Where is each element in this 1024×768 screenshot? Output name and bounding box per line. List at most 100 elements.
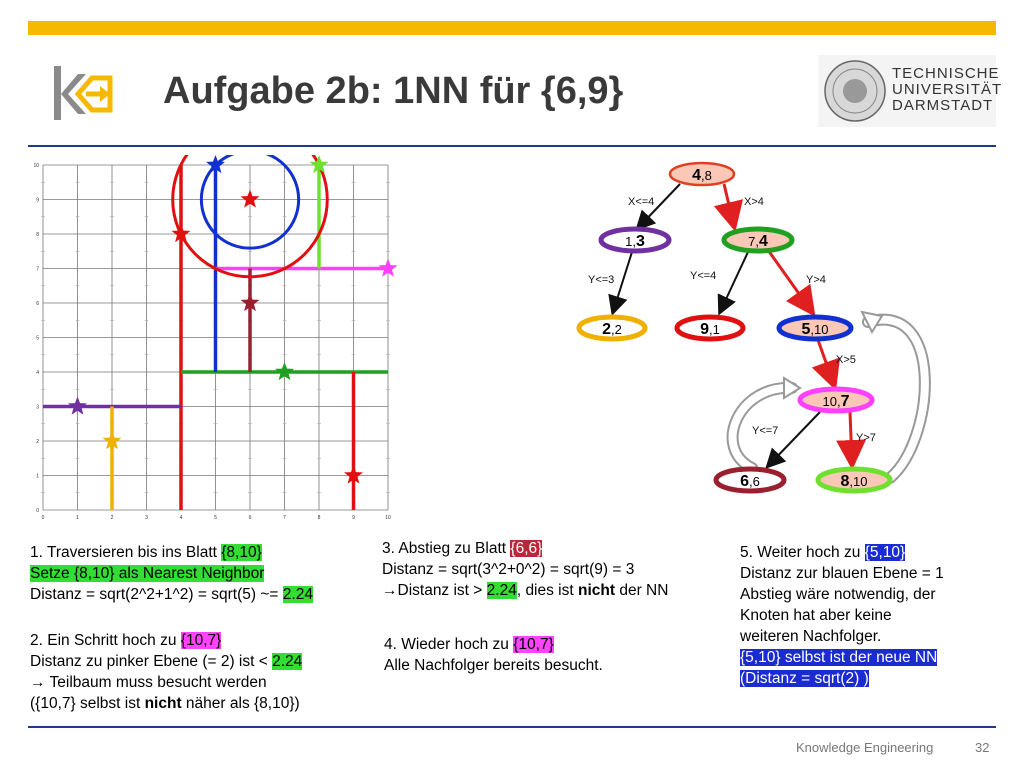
node-val: 3	[636, 233, 645, 250]
tree-node: 6,6	[713, 466, 787, 494]
step-text: Distanz zu pinker Ebene (= 2) ist <	[30, 653, 273, 670]
edge-label: Y<=7	[752, 425, 778, 437]
university-name: TECHNISCHE UNIVERSITÄT DARMSTADT	[892, 66, 1002, 114]
y-tick-label: 10	[33, 163, 39, 169]
y-tick-label: 0	[36, 508, 39, 514]
edge-label: Y<=3	[588, 274, 614, 286]
highlight: 2.24	[272, 653, 303, 670]
node-val: ,2	[611, 322, 622, 337]
highlight: {10,7}	[513, 636, 554, 653]
node-val: 7	[841, 393, 850, 410]
node-key: 6	[740, 473, 749, 490]
step-text: näher als {8,10})	[181, 695, 300, 712]
node-key: 5	[802, 321, 811, 338]
tree-node: 9,1	[674, 314, 746, 342]
tree-node: 5,10	[776, 314, 854, 342]
step-text: Abstieg wäre notwendig, der	[740, 586, 936, 603]
x-tick-label: 7	[283, 515, 286, 521]
kd-partition	[43, 155, 398, 510]
x-tick-label: 3	[145, 515, 148, 521]
step-text: Distanz = sqrt(2^2+1^2) = sqrt(5) ~=	[30, 586, 283, 603]
step-text: 5. Weiter hoch zu	[740, 544, 865, 561]
node-key: 10,	[823, 394, 841, 409]
grid-tick-labels: 0 1 2 3 4 5 6 7 8 9 10 0 1 2 3 4 5 6 7 8 9 10	[33, 163, 391, 521]
university-line: UNIVERSITÄT	[892, 81, 1003, 98]
kd-tree: X<=4 X>4 Y<=3 Y<=4 Y>4 X>5 Y<=7 Y>7 4,8 …	[576, 161, 931, 494]
step-3-text: 3. Abstieg zu Blatt {6,6} Distanz = sqrt…	[382, 538, 668, 601]
highlight: (Distanz = sqrt(2) )	[740, 670, 869, 687]
step-text: , dies ist	[516, 582, 578, 599]
highlight: {6,6}	[510, 540, 543, 557]
svg-text:2,2: 2,2	[602, 321, 622, 338]
y-tick-label: 4	[36, 370, 39, 376]
highlight: {8,10}	[221, 544, 262, 561]
university-line: DARMSTADT	[892, 97, 994, 114]
highlight: 2.24	[486, 582, 517, 599]
node-val: 4	[759, 233, 768, 250]
page-title: Aufgabe 2b: 1NN für {6,9}	[163, 70, 624, 112]
ke-logo	[54, 66, 113, 120]
step-2-text: 2. Ein Schritt hoch zu {10,7} Distanz zu…	[30, 630, 303, 714]
step-5-text: 5. Weiter hoch zu {5,10} Distanz zur bla…	[740, 542, 944, 689]
svg-text:4,8: 4,8	[692, 167, 712, 184]
accent-bar	[28, 21, 996, 35]
edge-label: Y>7	[856, 432, 876, 444]
highlight: 2.24	[282, 586, 313, 603]
university-line: TECHNISCHE	[892, 65, 1000, 82]
emphasis: nicht	[578, 582, 616, 599]
edge-label: X>5	[836, 354, 856, 366]
x-tick-label: 1	[76, 515, 79, 521]
highlight: {5,10}	[864, 544, 906, 561]
svg-text:7,4: 7,4	[748, 233, 768, 250]
tree-edge	[608, 251, 633, 316]
step-text: der NN	[615, 582, 669, 599]
tree-edge	[713, 183, 744, 232]
node-key: 4	[692, 167, 701, 184]
footer-rule	[28, 726, 996, 728]
node-key: 7,	[748, 234, 759, 249]
highlight: {10,7}	[180, 632, 222, 649]
y-tick-label: 1	[36, 474, 39, 480]
x-tick-label: 5	[214, 515, 217, 521]
tree-edge	[811, 339, 841, 391]
header-rule	[28, 145, 996, 147]
step-text: 1. Traversieren bis ins Blatt	[30, 544, 222, 561]
step-text: 3. Abstieg zu Blatt	[382, 540, 511, 557]
tree-node: 10,7	[797, 386, 875, 414]
coordinate-grid: 0 1 2 3 4 5 6 7 8 9 10 0 1 2 3 4 5 6 7 8 9 10	[33, 155, 398, 521]
edge-label: Y>4	[806, 274, 826, 286]
node-val: ,10	[810, 322, 828, 337]
footer-course: Knowledge Engineering	[796, 740, 934, 755]
emphasis: nicht	[144, 695, 182, 712]
step-text: 2. Ein Schritt hoch zu	[30, 632, 181, 649]
y-tick-label: 3	[36, 405, 39, 411]
node-val: ,1	[709, 322, 720, 337]
tree-node: 7,4	[721, 226, 795, 254]
svg-text:5,10: 5,10	[802, 321, 829, 338]
y-tick-label: 7	[36, 267, 39, 273]
y-tick-label: 8	[36, 232, 39, 238]
x-tick-label: 6	[249, 515, 252, 521]
svg-text:6,6: 6,6	[740, 473, 760, 490]
highlight: {5,10} selbst ist der neue NN	[740, 649, 938, 666]
node-val: ,10	[849, 474, 867, 489]
svg-text:9,1: 9,1	[700, 321, 720, 338]
node-val: ,8	[701, 168, 712, 183]
tree-edge	[765, 411, 821, 469]
node-key: 2	[602, 321, 611, 338]
y-tick-label: 9	[36, 198, 39, 204]
step-text: → Teilbaum muss besucht werden	[30, 674, 267, 691]
step-text: 4. Wieder hoch zu	[384, 636, 514, 653]
y-tick-label: 6	[36, 301, 39, 307]
x-tick-label: 8	[318, 515, 321, 521]
step-text: Knoten hat aber keine	[740, 607, 892, 624]
y-tick-label: 2	[36, 439, 39, 445]
x-tick-label: 10	[385, 515, 391, 521]
svg-text:10,7: 10,7	[823, 393, 850, 410]
tree-edge	[836, 411, 867, 470]
step-text: Distanz zur blauen Ebene = 1	[740, 565, 944, 582]
edge-label: X>4	[744, 196, 764, 208]
tree-node: 4,8	[668, 161, 736, 187]
tree-edge	[717, 251, 749, 316]
x-tick-label: 2	[111, 515, 114, 521]
